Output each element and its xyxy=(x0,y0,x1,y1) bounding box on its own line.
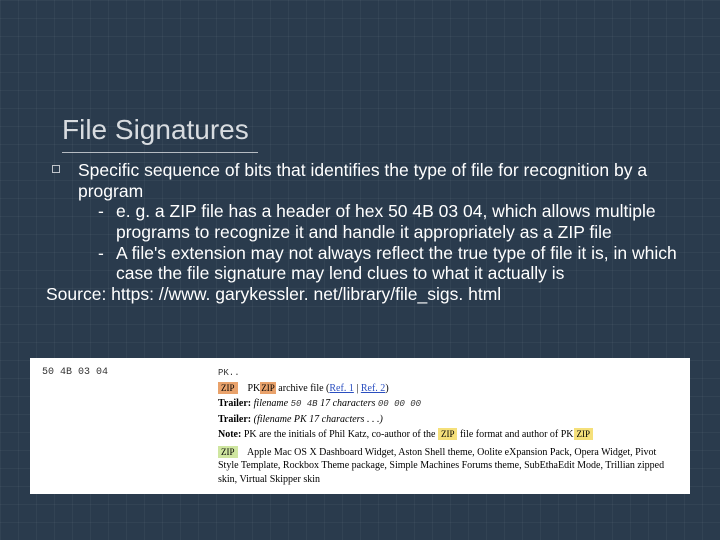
note-row: Note: PK are the initials of Phil Katz, … xyxy=(218,428,678,442)
slide-title: File Signatures xyxy=(62,114,249,146)
trailer-italic: (filename PK 17 characters . . .) xyxy=(254,414,383,425)
bullet-level-2: e. g. a ZIP file has a header of hex 50 … xyxy=(46,201,686,242)
source-line: Source: https: //www. garykessler. net/l… xyxy=(46,284,686,305)
ref-link[interactable]: Ref. 1 xyxy=(329,383,353,394)
note-text: PK are the initials of Phil Katz, co-aut… xyxy=(241,429,438,440)
extensions-list: Apple Mac OS X Dashboard Widget, Aston S… xyxy=(218,447,664,485)
zip-tag-icon: ZIP xyxy=(218,382,238,394)
ref-link[interactable]: Ref. 2 xyxy=(361,383,385,394)
zip-inline-icon: ZIP xyxy=(438,428,458,440)
note-text: file format and author of PK xyxy=(457,429,573,440)
slide: File Signatures Specific sequence of bit… xyxy=(0,0,720,540)
archive-text: archive file ( xyxy=(276,383,330,394)
trailer-label: Trailer: xyxy=(218,414,251,425)
zip-inline-icon: ZIP xyxy=(260,382,276,394)
bullet-text: A file's extension may not always reflec… xyxy=(116,243,677,284)
archive-file-row: ZIP PKZIP archive file (Ref. 1 | Ref. 2) xyxy=(218,382,678,396)
trailer-italic: filename 50 4B 17 characters 00 00 00 xyxy=(254,398,421,409)
pk-ascii-row: PK.. xyxy=(218,366,678,380)
hex-signature: 50 4B 03 04 xyxy=(42,366,108,380)
extensions-text: ZIP Apple Mac OS X Dashboard Widget, Ast… xyxy=(218,446,678,487)
bullet-text: e. g. a ZIP file has a header of hex 50 … xyxy=(116,201,656,242)
bullet-level-2: A file's extension may not always reflec… xyxy=(46,243,686,284)
pk-label: PKZIP xyxy=(248,383,276,394)
note-label: Note: xyxy=(218,429,241,440)
extensions-row: ZIP Apple Mac OS X Dashboard Widget, Ast… xyxy=(218,446,678,489)
zip-tag-icon: ZIP xyxy=(218,446,238,458)
bullet-level-1: Specific sequence of bits that identifie… xyxy=(46,160,686,201)
bullet-text: Specific sequence of bits that identifie… xyxy=(78,160,647,201)
signature-table-figure: 50 4B 03 04 PK.. ZIP PKZIP archive file … xyxy=(30,358,690,494)
archive-close: ) xyxy=(385,383,388,394)
trailer-row-2: Trailer: (filename PK 17 characters . . … xyxy=(218,413,678,427)
pk-ascii: PK.. xyxy=(218,368,240,378)
slide-content: Specific sequence of bits that identifie… xyxy=(46,160,686,304)
zip-inline-icon: ZIP xyxy=(574,428,594,440)
trailer-row: Trailer: filename 50 4B 17 characters 00… xyxy=(218,397,678,411)
ref-sep: | xyxy=(354,383,361,394)
title-underline xyxy=(62,152,258,153)
trailer-label: Trailer: xyxy=(218,398,251,409)
signature-details: PK.. ZIP PKZIP archive file (Ref. 1 | Re… xyxy=(218,366,678,488)
